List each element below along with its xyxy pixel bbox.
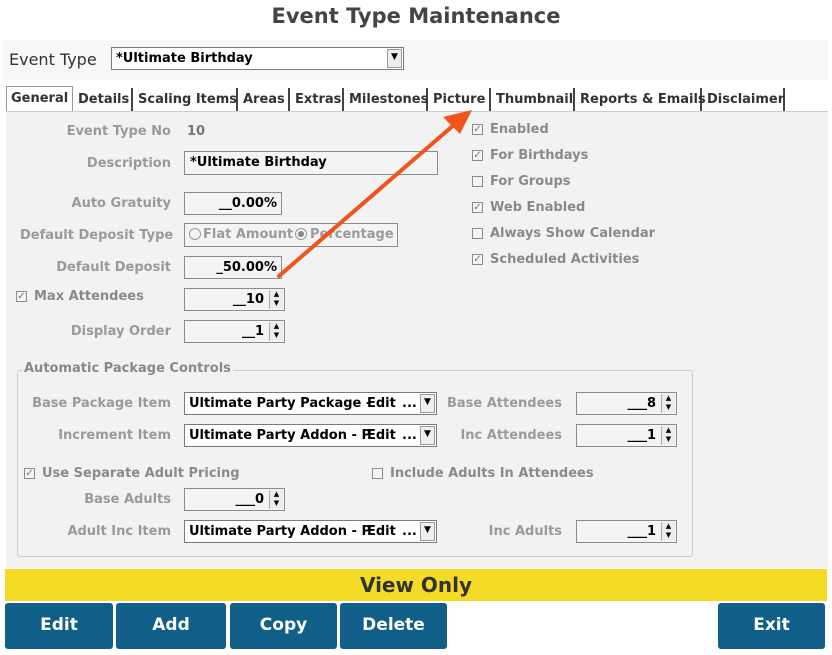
exit-button[interactable]: Exit <box>718 603 825 649</box>
copy-button[interactable]: Copy <box>230 603 337 649</box>
edit-button[interactable]: Edit <box>5 603 113 649</box>
annotation-arrow-icon <box>277 110 472 278</box>
add-button[interactable]: Add <box>116 603 226 649</box>
delete-button[interactable]: Delete <box>340 603 447 649</box>
view-only-banner: View Only <box>5 569 827 601</box>
